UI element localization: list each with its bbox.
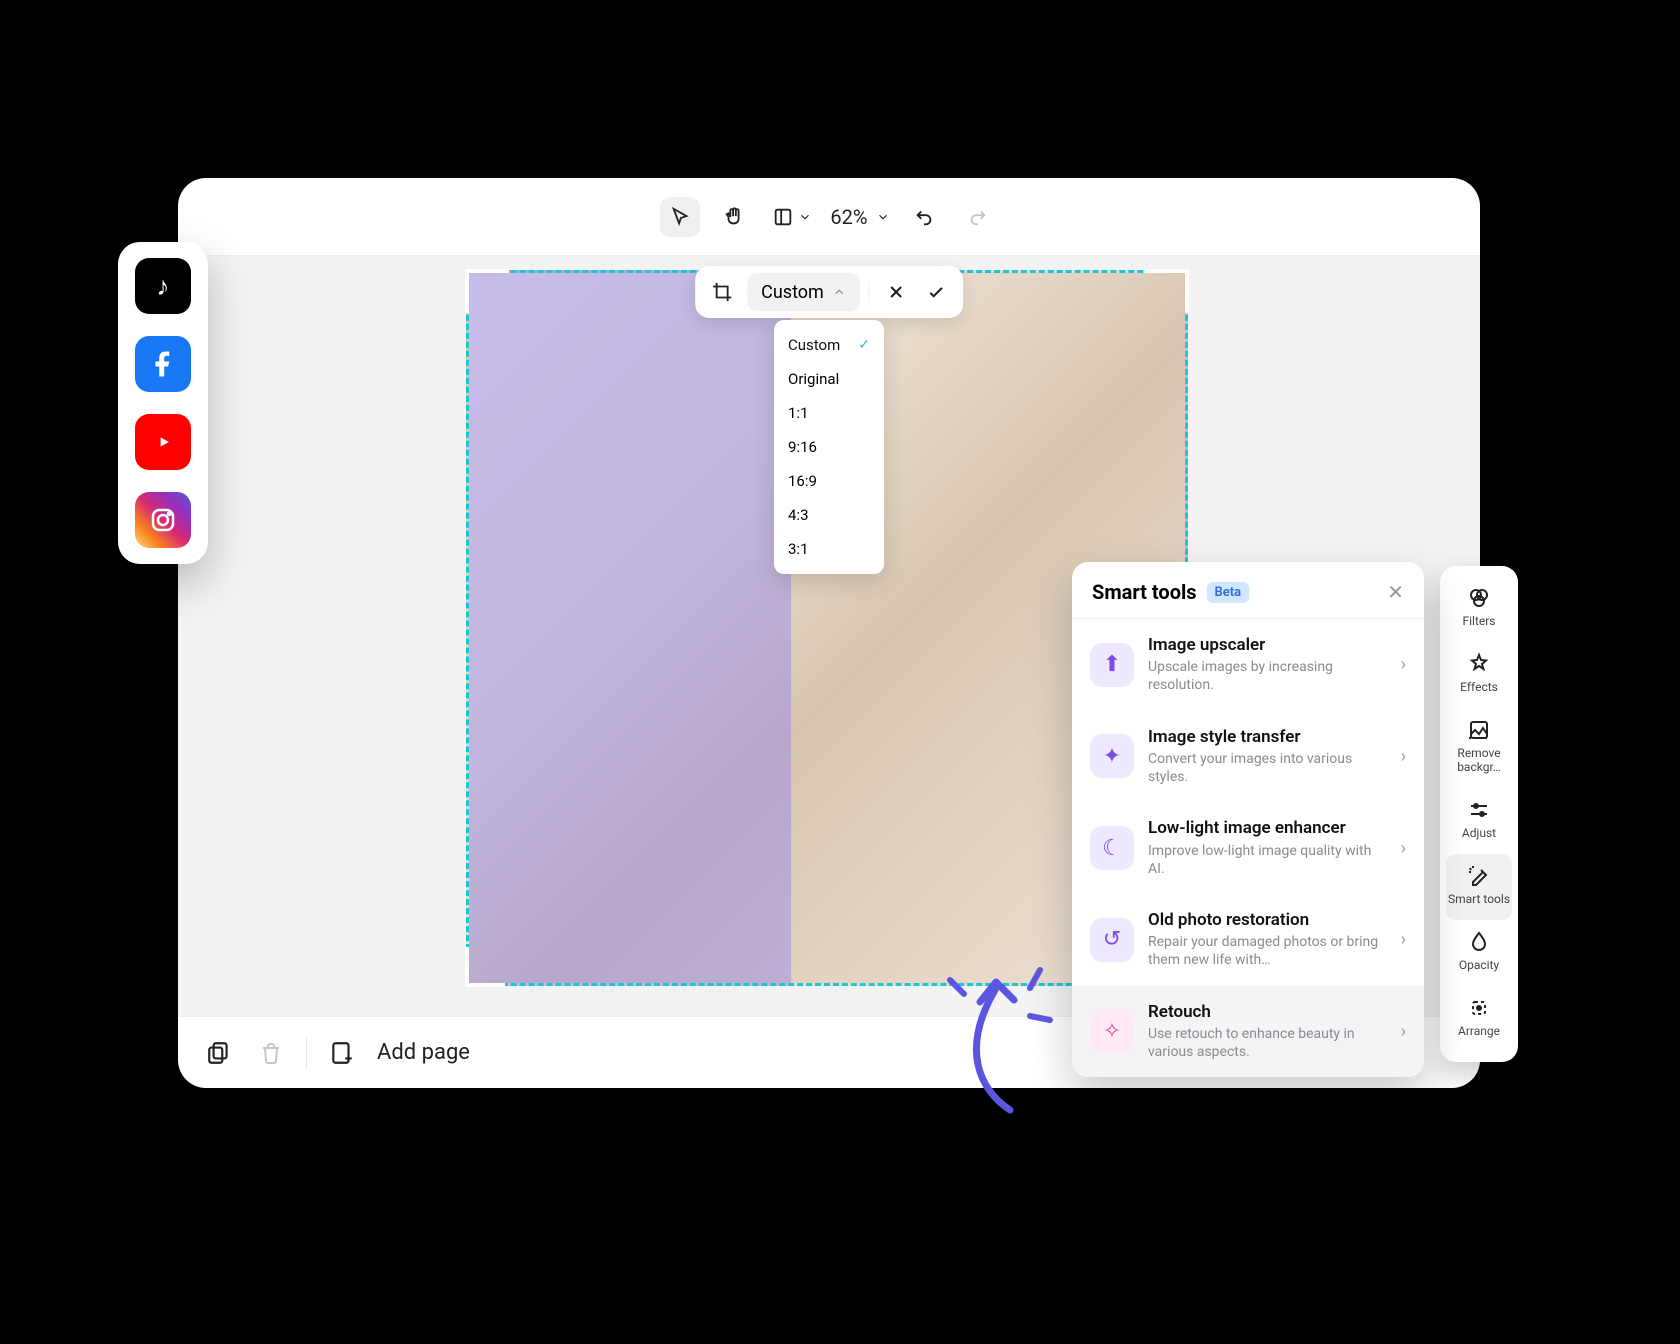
redo-button[interactable]: [958, 197, 998, 237]
add-page-icon[interactable]: [325, 1036, 359, 1070]
smart-tool-image-upscaler[interactable]: ⬆ Image upscaler Upscale images by incre…: [1072, 619, 1424, 711]
beta-badge: Beta: [1207, 582, 1250, 603]
crop-cancel-button[interactable]: [879, 282, 913, 302]
rail-filters[interactable]: Filters: [1440, 576, 1518, 642]
smart-tools-panel: Smart tools Beta ✕ ⬆ Image upscaler Upsc…: [1072, 562, 1424, 1077]
aspect-ratio-menu: Custom✓Original1:19:1616:94:33:1: [774, 320, 884, 574]
zoom-value: 62%: [830, 205, 867, 229]
ratio-option-custom[interactable]: Custom✓: [774, 328, 884, 362]
smart-tool-old-photo-restoration[interactable]: ↺ Old photo restoration Repair your dama…: [1072, 894, 1424, 986]
tool-thumb-icon: ⬆: [1090, 643, 1134, 687]
social-rail: ♪: [118, 242, 208, 564]
chevron-right-icon: ›: [1401, 929, 1406, 950]
panel-close-button[interactable]: ✕: [1387, 580, 1404, 604]
tiktok-icon[interactable]: ♪: [135, 258, 191, 314]
ratio-option-original[interactable]: Original: [774, 362, 884, 396]
ratio-option-16-9[interactable]: 16:9: [774, 464, 884, 498]
ratio-option-4-3[interactable]: 4:3: [774, 498, 884, 532]
layout-tool[interactable]: [768, 197, 816, 237]
crop-icon: [705, 275, 739, 309]
smart-tool-low-light-image-enhancer[interactable]: ☾ Low-light image enhancer Improve low-l…: [1072, 802, 1424, 894]
trash-icon[interactable]: [254, 1036, 288, 1070]
tool-thumb-icon: ☾: [1090, 826, 1134, 870]
crop-toolbar: Custom: [695, 266, 963, 318]
chevron-right-icon: ›: [1401, 654, 1406, 675]
undo-button[interactable]: [904, 197, 944, 237]
ratio-option-1-1[interactable]: 1:1: [774, 396, 884, 430]
rail-smart-tools[interactable]: Smart tools: [1446, 854, 1512, 920]
tool-thumb-icon: ↺: [1090, 918, 1134, 962]
add-page-label[interactable]: Add page: [377, 1040, 470, 1065]
panel-title: Smart tools: [1092, 580, 1197, 604]
zoom-display[interactable]: 62%: [830, 205, 889, 229]
youtube-icon[interactable]: [135, 414, 191, 470]
facebook-icon[interactable]: [135, 336, 191, 392]
pointer-tool[interactable]: [660, 197, 700, 237]
tool-thumb-icon: ✧: [1090, 1009, 1134, 1053]
chevron-right-icon: ›: [1401, 838, 1406, 859]
rail-effects[interactable]: Effects: [1440, 642, 1518, 708]
rail-adjust[interactable]: Adjust: [1440, 788, 1518, 854]
instagram-icon[interactable]: [135, 492, 191, 548]
smart-tool-image-style-transfer[interactable]: ✦ Image style transfer Convert your imag…: [1072, 711, 1424, 803]
ratio-option-9-16[interactable]: 9:16: [774, 430, 884, 464]
smart-tool-retouch[interactable]: ✧ Retouch Use retouch to enhance beauty …: [1072, 986, 1424, 1078]
ratio-option-3-1[interactable]: 3:1: [774, 532, 884, 566]
chevron-right-icon: ›: [1401, 746, 1406, 767]
top-toolbar: 62%: [178, 178, 1480, 256]
pages-icon[interactable]: [202, 1036, 236, 1070]
tool-rail: FiltersEffectsRemove backgr…AdjustSmart …: [1440, 566, 1518, 1062]
rail-opacity[interactable]: Opacity: [1440, 920, 1518, 986]
rail-arrange[interactable]: Arrange: [1440, 986, 1518, 1052]
hand-tool[interactable]: [714, 197, 754, 237]
aspect-ratio-dropdown[interactable]: Custom: [747, 273, 860, 311]
chevron-right-icon: ›: [1401, 1021, 1406, 1042]
aspect-ratio-selected: Custom: [761, 282, 824, 303]
crop-confirm-button[interactable]: [919, 282, 953, 302]
rail-remove-backgr-[interactable]: Remove backgr…: [1440, 708, 1518, 788]
tool-thumb-icon: ✦: [1090, 734, 1134, 778]
